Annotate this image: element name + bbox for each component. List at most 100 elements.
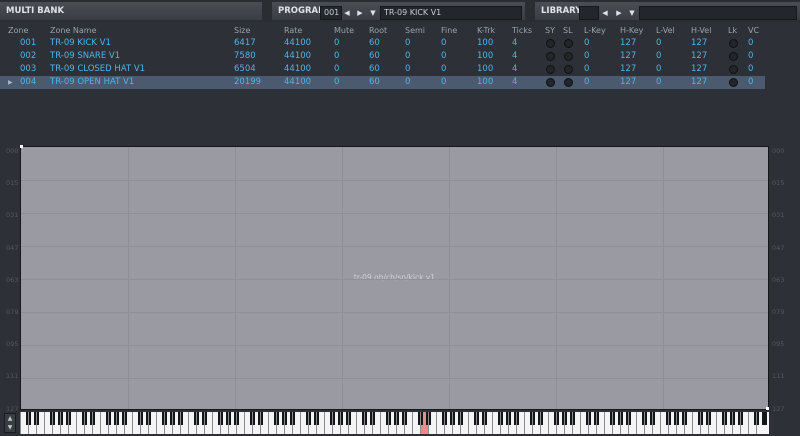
column-header-l-key[interactable]: L-Key	[584, 24, 606, 37]
cell-rate[interactable]: 44100	[284, 50, 311, 63]
cell-lvel[interactable]: 0	[656, 37, 661, 50]
cell-size[interactable]: 20199	[234, 76, 261, 89]
cell-hvel[interactable]: 127	[691, 76, 707, 89]
column-header-fine[interactable]: Fine	[441, 24, 457, 37]
cell-rate[interactable]: 44100	[284, 76, 311, 89]
zone-map-handle[interactable]	[20, 145, 23, 148]
cell-ktrk[interactable]: 100	[477, 50, 493, 63]
toggle-lk-icon[interactable]	[729, 78, 738, 87]
cell-lkey[interactable]: 0	[584, 50, 589, 63]
toggle-sy-icon[interactable]	[546, 39, 555, 48]
cell-rate[interactable]: 44100	[284, 37, 311, 50]
column-header-root[interactable]: Root	[369, 24, 387, 37]
cell-ticks[interactable]: 4	[512, 63, 517, 76]
column-header-h-vel[interactable]: H-Vel	[691, 24, 711, 37]
toggle-sl-icon[interactable]	[564, 52, 573, 61]
cell-vc[interactable]: 0	[748, 50, 753, 63]
column-header-sy[interactable]: SY	[545, 24, 555, 37]
toggle-sy-icon[interactable]	[546, 52, 555, 61]
column-header-k-trk[interactable]: K-Trk	[477, 24, 495, 37]
cell-vc[interactable]: 0	[748, 76, 753, 89]
toggle-sl-icon[interactable]	[564, 78, 573, 87]
zone-map-display[interactable]: tr-09 oh/ch/sn/kick v1	[20, 146, 769, 410]
toggle-sl-icon[interactable]	[564, 39, 573, 48]
cell-root[interactable]: 60	[369, 37, 380, 50]
toggle-sl-icon[interactable]	[564, 65, 573, 74]
program-name-field[interactable]: TR-09 KICK V1	[380, 6, 522, 20]
toggle-sy-icon[interactable]	[546, 65, 555, 74]
library-menu-icon[interactable]: ▼	[627, 7, 637, 19]
cell-mute[interactable]: 0	[334, 50, 339, 63]
column-header-lk[interactable]: Lk	[728, 24, 737, 37]
cell-hvel[interactable]: 127	[691, 63, 707, 76]
cell-fine[interactable]: 0	[441, 63, 446, 76]
cell-name[interactable]: TR-09 CLOSED HAT V1	[50, 63, 145, 76]
program-menu-icon[interactable]: ▼	[368, 7, 378, 19]
cell-mute[interactable]: 0	[334, 76, 339, 89]
cell-name[interactable]: TR-09 KICK V1	[50, 37, 111, 50]
zone-row[interactable]: 003 TR-09 CLOSED HAT V1 6504 44100 0 60 0 0 100 4…	[0, 63, 765, 76]
zone-row[interactable]: 002 TR-09 SNARE V1 7580 44100 0 60 0 0 100 4 0 127 0…	[0, 50, 765, 63]
cell-zone[interactable]: 004	[20, 76, 36, 89]
column-header-semi[interactable]: Semi	[405, 24, 425, 37]
cell-vc[interactable]: 0	[748, 63, 753, 76]
column-header-sl[interactable]: SL	[563, 24, 573, 37]
cell-root[interactable]: 60	[369, 50, 380, 63]
cell-lvel[interactable]: 0	[656, 63, 661, 76]
cell-mute[interactable]: 0	[334, 37, 339, 50]
cell-fine[interactable]: 0	[441, 76, 446, 89]
cell-ktrk[interactable]: 100	[477, 76, 493, 89]
cell-lvel[interactable]: 0	[656, 50, 661, 63]
column-header-vc[interactable]: VC	[748, 24, 759, 37]
cell-ktrk[interactable]: 100	[477, 37, 493, 50]
cell-size[interactable]: 7580	[234, 50, 256, 63]
cell-zone[interactable]: 003	[20, 63, 36, 76]
cell-mute[interactable]: 0	[334, 63, 339, 76]
cell-semi[interactable]: 0	[405, 37, 410, 50]
keyboard-scroll-icon[interactable]: ▲ ▼	[4, 413, 16, 433]
program-prev-icon[interactable]: ◀	[342, 7, 352, 19]
cell-lkey[interactable]: 0	[584, 76, 589, 89]
column-header-zone-name[interactable]: Zone Name	[50, 24, 97, 37]
cell-hvel[interactable]: 127	[691, 50, 707, 63]
library-prev-icon[interactable]: ◀	[600, 7, 610, 19]
cell-fine[interactable]: 0	[441, 37, 446, 50]
library-next-icon[interactable]: ▶	[614, 7, 624, 19]
cell-hkey[interactable]: 127	[620, 50, 636, 63]
cell-semi[interactable]: 0	[405, 63, 410, 76]
column-header-rate[interactable]: Rate	[284, 24, 302, 37]
toggle-lk-icon[interactable]	[729, 52, 738, 61]
cell-vc[interactable]: 0	[748, 37, 753, 50]
toggle-lk-icon[interactable]	[729, 39, 738, 48]
zone-map-handle[interactable]	[766, 407, 769, 410]
cell-ticks[interactable]: 4	[512, 50, 517, 63]
column-header-size[interactable]: Size	[234, 24, 250, 37]
zone-row[interactable]: ▶ 004 TR-09 OPEN HAT V1 20199 44100 0 60 0 0 100 4…	[0, 76, 765, 89]
column-header-zone[interactable]: Zone	[8, 24, 28, 37]
library-name-field[interactable]	[639, 6, 797, 20]
cell-hkey[interactable]: 127	[620, 76, 636, 89]
program-next-icon[interactable]: ▶	[355, 7, 365, 19]
cell-ticks[interactable]: 4	[512, 76, 517, 89]
library-number-field[interactable]	[579, 6, 599, 20]
cell-ktrk[interactable]: 100	[477, 63, 493, 76]
column-header-l-vel[interactable]: L-Vel	[656, 24, 675, 37]
cell-root[interactable]: 60	[369, 63, 380, 76]
piano-keyboard[interactable]	[20, 412, 769, 434]
cell-lkey[interactable]: 0	[584, 63, 589, 76]
cell-semi[interactable]: 0	[405, 76, 410, 89]
cell-name[interactable]: TR-09 SNARE V1	[50, 50, 120, 63]
zone-row[interactable]: 001 TR-09 KICK V1 6417 44100 0 60 0 0 100 4 0 127 0 1…	[0, 37, 765, 50]
cell-zone[interactable]: 002	[20, 50, 36, 63]
column-header-h-key[interactable]: H-Key	[620, 24, 643, 37]
cell-hkey[interactable]: 127	[620, 63, 636, 76]
program-number-field[interactable]: 001	[320, 6, 342, 20]
cell-lvel[interactable]: 0	[656, 76, 661, 89]
black-key[interactable]	[761, 412, 767, 425]
cell-semi[interactable]: 0	[405, 50, 410, 63]
cell-hkey[interactable]: 127	[620, 37, 636, 50]
cell-root[interactable]: 60	[369, 76, 380, 89]
toggle-sy-icon[interactable]	[546, 78, 555, 87]
cell-fine[interactable]: 0	[441, 50, 446, 63]
cell-lkey[interactable]: 0	[584, 37, 589, 50]
